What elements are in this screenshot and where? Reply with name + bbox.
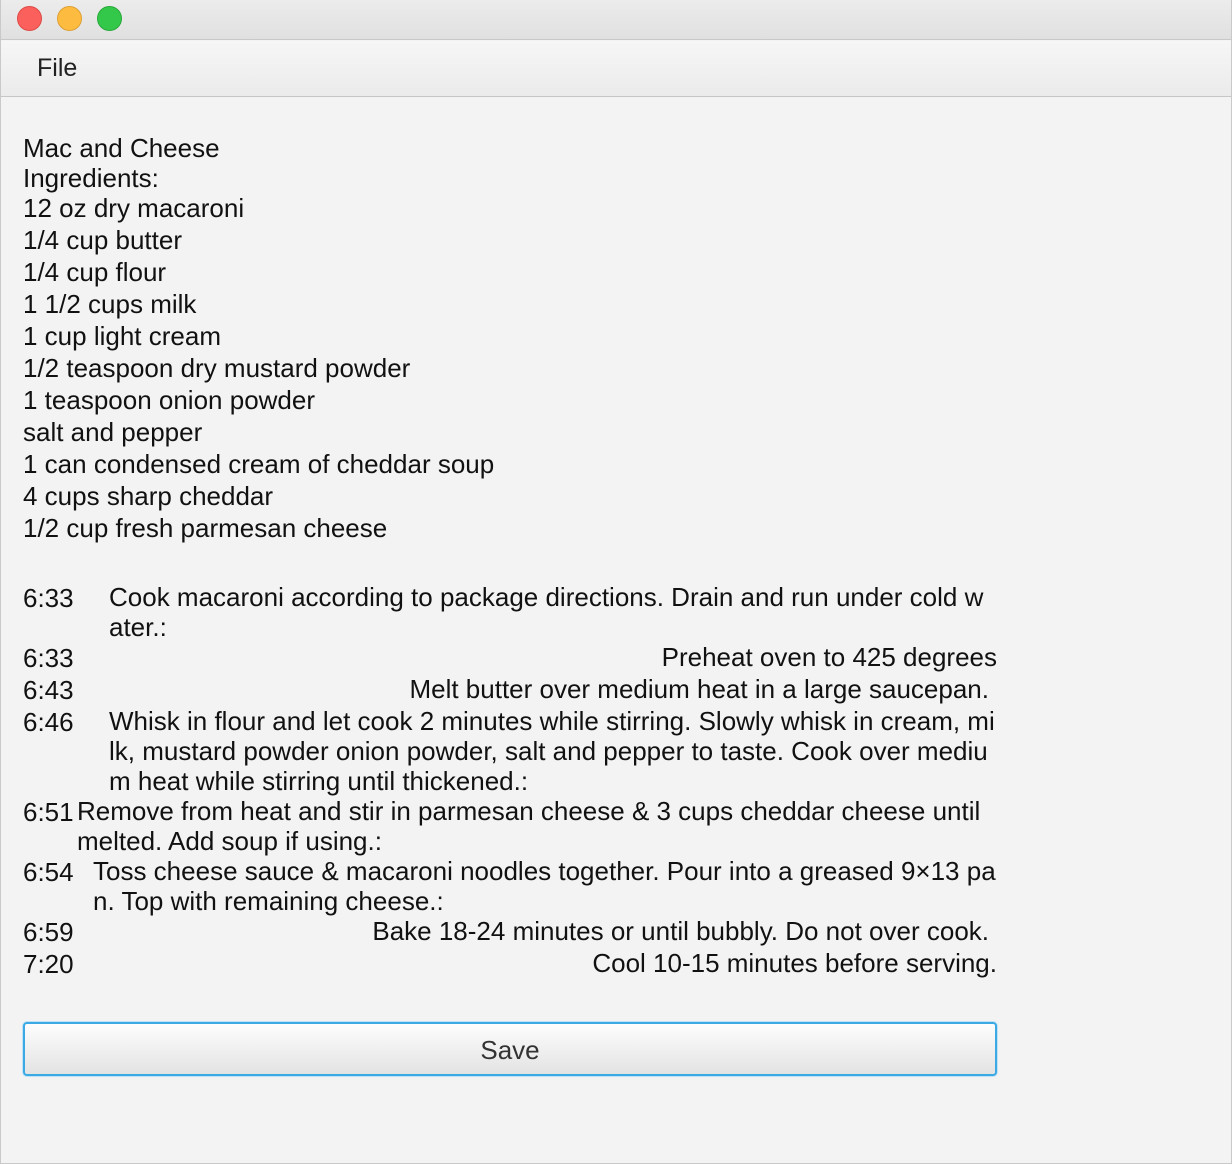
step-text: Whisk in flour and let cook 2 minutes wh… xyxy=(109,706,995,796)
step-row: 6:43 Melt butter over medium heat in a la… xyxy=(23,674,997,706)
save-button[interactable]: Save xyxy=(23,1022,997,1076)
step-row: 6:51 Remove from heat and stir in parmesa… xyxy=(23,796,997,856)
file-menu[interactable]: File xyxy=(37,54,77,83)
step-time: 6:33 xyxy=(23,583,74,613)
step-time: 6:43 xyxy=(23,675,74,705)
step-text: Bake 18-24 minutes or until bubbly. Do n… xyxy=(372,916,989,946)
ingredient-item: salt and pepper xyxy=(23,417,203,447)
step-text: Preheat oven to 425 degrees xyxy=(661,642,997,672)
app-window: File Mac and Cheese Ingredients: 12 oz d… xyxy=(0,0,1232,1164)
recipe-title: Mac and Cheese xyxy=(23,133,220,163)
ingredients-header: Ingredients: xyxy=(23,163,159,193)
ingredient-item: 1 can condensed cream of cheddar soup xyxy=(23,449,495,479)
maximize-window-button[interactable] xyxy=(97,6,122,31)
ingredient-item: 1/4 cup butter xyxy=(23,225,182,255)
step-row: 6:46 Whisk in flour and let cook 2 minute… xyxy=(23,706,997,796)
ingredient-item: 1 cup light cream xyxy=(23,321,221,351)
title-bar xyxy=(1,0,1231,40)
close-window-button[interactable] xyxy=(17,6,42,31)
step-row: 6:33 Cook macaroni according to package d… xyxy=(23,582,997,642)
menu-bar: File xyxy=(1,41,1231,97)
ingredient-item: 12 oz dry macaroni xyxy=(23,193,245,223)
minimize-window-button[interactable] xyxy=(57,6,82,31)
step-time: 6:51 xyxy=(23,797,74,827)
step-text: Cook macaroni according to package direc… xyxy=(109,582,984,642)
step-row: 6:59 Bake 18-24 minutes or until bubbly. … xyxy=(23,916,997,948)
step-row: 6:54 Toss cheese sauce & macaroni noodles… xyxy=(23,856,997,916)
ingredient-item: 1/2 cup fresh parmesan cheese xyxy=(23,513,388,543)
step-time: 6:59 xyxy=(23,917,74,947)
ingredient-item: 1/4 cup flour xyxy=(23,257,167,287)
step-row: 7:20 Cool 10-15 minutes before serving. xyxy=(23,948,997,980)
recipe-text-area: Mac and Cheese Ingredients: 12 oz dry ma… xyxy=(23,132,494,544)
ingredient-item: 4 cups sharp cheddar xyxy=(23,481,274,511)
step-text: Melt butter over medium heat in a large … xyxy=(409,674,989,704)
ingredient-item: 1/2 teaspoon dry mustard powder xyxy=(23,353,411,383)
ingredient-list: 12 oz dry macaroni 1/4 cup butter 1/4 cup … xyxy=(23,192,494,544)
step-list: 6:33 Cook macaroni according to package d… xyxy=(23,582,997,980)
step-time: 6:54 xyxy=(23,857,74,887)
step-text: Toss cheese sauce & macaroni noodles tog… xyxy=(93,856,996,916)
step-row: 6:33 Preheat oven to 425 degrees xyxy=(23,642,997,674)
ingredient-item: 1 teaspoon onion powder xyxy=(23,385,316,415)
ingredient-item: 1 1/2 cups milk xyxy=(23,289,197,319)
step-time: 6:46 xyxy=(23,707,74,737)
step-time: 6:33 xyxy=(23,643,74,673)
step-text: Remove from heat and stir in parmesan ch… xyxy=(77,796,981,856)
step-time: 7:20 xyxy=(23,949,74,979)
step-text: Cool 10-15 minutes before serving. xyxy=(592,948,997,978)
